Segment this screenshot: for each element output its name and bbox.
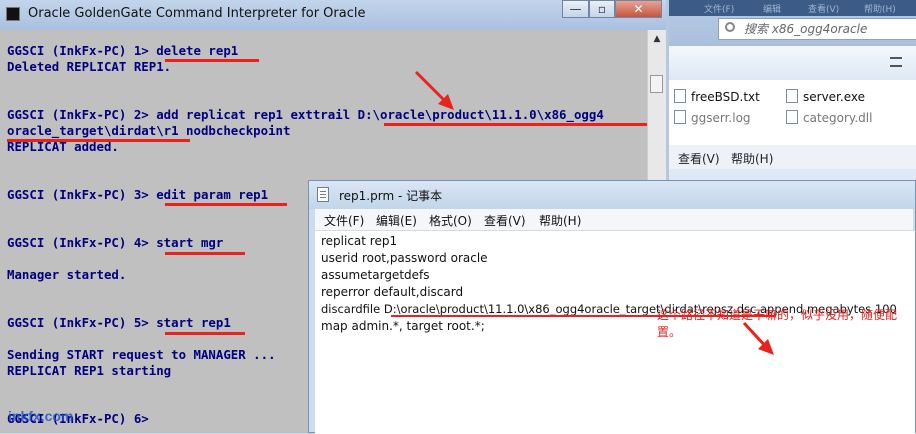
notepad-title: rep1.prm - 记事本 — [339, 189, 443, 203]
console-titlebar: Oracle GoldenGate Command Interpreter fo… — [0, 0, 666, 30]
file-item[interactable]: ggserr.log — [674, 110, 751, 125]
console-line: GGSCI (InkFx-PC) 5> start rep1 — [7, 315, 231, 330]
console-line: oracle_target\dirdat\r1 nodbcheckpoint — [7, 123, 291, 138]
notepad-titlebar: rep1.prm - 记事本 — [309, 181, 915, 209]
highlight-underline — [7, 139, 190, 142]
file-name: freeBSD.txt — [691, 90, 760, 104]
file-item[interactable]: freeBSD.txt — [674, 89, 760, 104]
menu-view[interactable]: 查看(V) — [484, 212, 526, 229]
console-line: GGSCI (InkFx-PC) 2> add replicat rep1 ex… — [7, 107, 604, 122]
explorer-strip-label-3[interactable]: 查看(V) — [808, 2, 839, 15]
explorer-file-list: freeBSD.txt server.exe ggserr.log catego… — [668, 80, 916, 150]
menu-view[interactable]: 查看(V) — [678, 150, 720, 167]
file-name: category.dll — [803, 111, 873, 125]
file-name: ggserr.log — [691, 111, 751, 125]
red-arrow-annotation — [414, 70, 454, 110]
notepad-menubar: 文件(F) 编辑(E) 格式(O) 查看(V) 帮助(H) — [315, 209, 913, 231]
editor-line: map admin.*, target root.*; — [321, 319, 485, 333]
menu-edit[interactable]: 编辑(E) — [376, 212, 417, 229]
highlight-underline — [165, 203, 287, 206]
console-line: Deleted REPLICAT REP1. — [7, 59, 172, 74]
console-title: Oracle GoldenGate Command Interpreter fo… — [28, 6, 366, 21]
exe-file-icon — [786, 89, 798, 103]
explorer-strip-label-2[interactable]: 编辑 — [763, 2, 781, 15]
minimize-button[interactable]: — — [562, 0, 589, 18]
console-line: REPLICAT REP1 starting — [7, 363, 172, 378]
console-line: GGSCI (InkFx-PC) 4> start mgr — [7, 235, 224, 250]
highlight-underline — [165, 332, 245, 335]
explorer-strip-label-4[interactable]: 帮助(H) — [864, 2, 896, 15]
highlight-underline — [384, 123, 647, 126]
text-file-icon — [674, 89, 686, 103]
highlight-underline — [165, 59, 259, 62]
menu-help[interactable]: 帮助(H) — [539, 212, 581, 229]
editor-line: replicat rep1 — [321, 234, 398, 248]
explorer-menubar: 查看(V) 帮助(H) — [668, 145, 916, 169]
view-options-icon[interactable] — [890, 57, 902, 67]
editor-line: assumetargetdefs — [321, 268, 430, 282]
console-app-icon — [6, 7, 20, 21]
file-name: server.exe — [803, 90, 865, 104]
scroll-up-icon[interactable]: ▲ — [650, 32, 664, 46]
editor-line: reperror default,discard — [321, 285, 464, 299]
explorer-search-input[interactable]: 搜索 x86_ogg4oracle — [718, 18, 916, 40]
watermark: inkfx.com — [8, 408, 74, 424]
notepad-icon — [317, 187, 329, 202]
console-line: Manager started. — [7, 267, 127, 282]
explorer-address-bar: 文件(F) 编辑 查看(V) 帮助(H) 搜索 x86_ogg4oracle — [668, 0, 916, 46]
explorer-top-strip: 文件(F) 编辑 查看(V) 帮助(H) — [668, 0, 916, 16]
explorer-strip-label-1[interactable]: 文件(F) — [704, 2, 734, 15]
close-button[interactable]: ✕ — [615, 0, 662, 18]
editor-line: userid root,password oracle — [321, 251, 488, 265]
explorer-toolbar — [668, 46, 916, 81]
log-file-icon — [674, 110, 686, 124]
annotation-note: 这个路径不知道是干嘛的，似乎没用，随便配置。 — [657, 308, 898, 339]
menu-file[interactable]: 文件(F) — [324, 212, 364, 229]
file-item[interactable]: category.dll — [786, 110, 872, 125]
explorer-search-placeholder: 搜索 x86_ogg4oracle — [744, 22, 868, 36]
highlight-underline — [165, 252, 245, 255]
menu-help[interactable]: 帮助(H) — [731, 150, 773, 167]
search-icon — [725, 22, 735, 32]
maximize-button[interactable]: ▫ — [589, 0, 615, 18]
scroll-thumb[interactable] — [650, 75, 663, 93]
dll-file-icon — [786, 110, 798, 124]
console-line: GGSCI (InkFx-PC) 1> delete rep1 — [7, 43, 239, 58]
menu-format[interactable]: 格式(O) — [429, 212, 472, 229]
console-line: GGSCI (InkFx-PC) 3> edit param rep1 — [7, 187, 269, 202]
console-line: Sending START request to MANAGER ... — [7, 347, 276, 362]
file-item[interactable]: server.exe — [786, 89, 865, 104]
notepad-window: rep1.prm - 记事本 文件(F) 编辑(E) 格式(O) 查看(V) 帮… — [308, 180, 916, 434]
